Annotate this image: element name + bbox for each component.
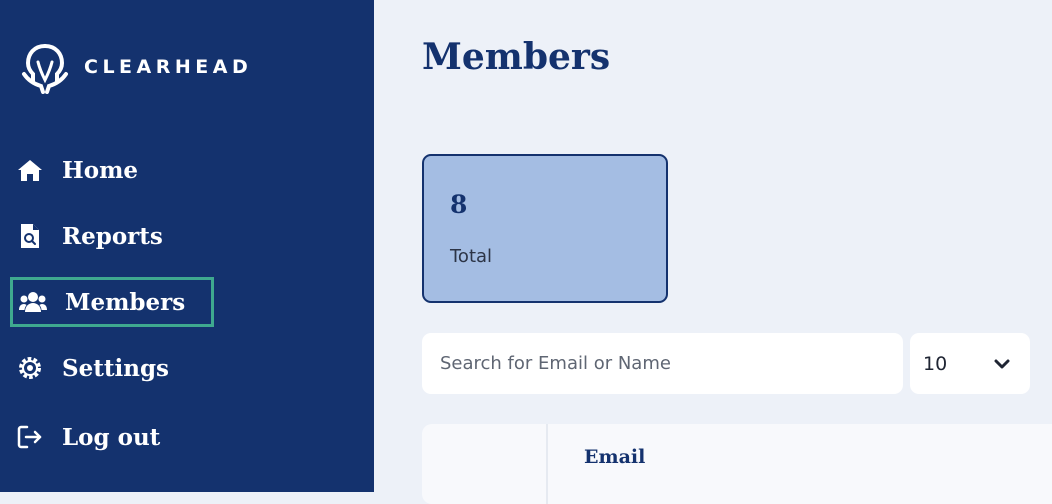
sidebar-item-label: Reports — [62, 222, 163, 250]
sidebar-item-label: Members — [65, 288, 186, 316]
clearhead-logo-icon — [22, 44, 68, 94]
logout-icon — [14, 423, 46, 451]
main-content: Members 8 Total 10 Email — [374, 0, 1052, 504]
sidebar-item-settings[interactable]: Settings — [10, 343, 214, 393]
sidebar-item-label: Settings — [62, 354, 169, 382]
home-icon — [14, 156, 46, 184]
sidebar-item-label: Log out — [62, 423, 161, 451]
sidebar: CLEARHEAD Home Reports Members Settings … — [0, 0, 374, 492]
page-size-select[interactable]: 10 — [910, 333, 1030, 394]
report-icon — [14, 222, 46, 250]
brand-logo[interactable]: CLEARHEAD — [20, 40, 252, 94]
total-members-value: 8 — [450, 190, 468, 219]
chevron-down-icon — [994, 359, 1010, 368]
sidebar-item-label: Home — [62, 156, 139, 184]
total-members-label: Total — [450, 246, 493, 267]
page-title: Members — [422, 36, 611, 78]
column-divider — [546, 424, 548, 504]
sidebar-item-members[interactable]: Members — [10, 277, 214, 327]
gear-icon — [14, 354, 46, 382]
users-icon — [17, 288, 49, 316]
sidebar-item-reports[interactable]: Reports — [10, 211, 214, 261]
total-members-card: 8 Total — [422, 154, 668, 303]
page-size-value: 10 — [923, 352, 948, 375]
sidebar-item-home[interactable]: Home — [10, 145, 214, 195]
brand-name: CLEARHEAD — [84, 56, 253, 78]
column-header-email[interactable]: Email — [584, 446, 645, 468]
members-table: Email — [422, 424, 1052, 504]
search-input[interactable] — [422, 333, 903, 394]
sidebar-item-logout[interactable]: Log out — [10, 412, 214, 462]
